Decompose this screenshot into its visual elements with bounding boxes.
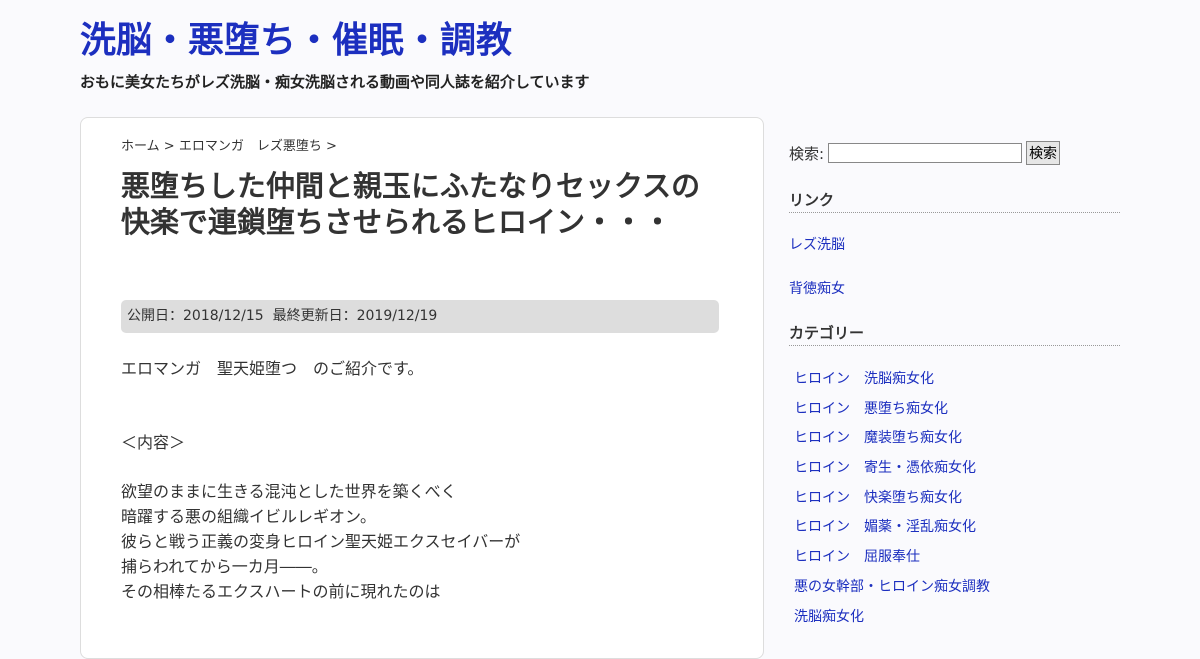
search-input[interactable] xyxy=(828,143,1023,163)
sidebar: 検索: 検索 リンク レズ洗脳 背徳痴女 カテゴリー ヒロイン 洗脳痴女化 ヒロ… xyxy=(789,140,1120,636)
category-item[interactable]: 洗脳痴女化 xyxy=(789,607,1120,637)
category-item[interactable]: ヒロイン 屈服奉仕 xyxy=(789,547,1120,577)
search-label: 検索: xyxy=(789,144,825,163)
category-item[interactable]: ヒロイン 寄生・憑依痴女化 xyxy=(789,458,1120,488)
body-line: 彼らと戦う正義の変身ヒロイン聖天姫エクスセイバーが xyxy=(121,532,521,551)
breadcrumb-home[interactable]: ホーム xyxy=(121,139,160,154)
links-widget-title: リンク xyxy=(789,190,1120,213)
breadcrumb: ホーム > エロマンガ レズ悪堕ち > xyxy=(121,138,337,156)
article-card: ホーム > エロマンガ レズ悪堕ち > 悪堕ちした仲間と親玉にふたなりセックスの… xyxy=(80,117,764,659)
category-item[interactable]: ヒロイン 悪堕ち痴女化 xyxy=(789,399,1120,429)
post-title: 悪堕ちした仲間と親玉にふたなりセックスの快楽で連鎖堕ちさせられるヒロイン・・・ xyxy=(121,169,701,239)
published-date: 2018/12/15 xyxy=(183,308,264,324)
post-content: エロマンガ 聖天姫堕つ のご紹介です。 ＜内容＞ 欲望のままに生きる混沌とした世… xyxy=(121,356,721,604)
body-line: 捕らわれてから一カ月――。 xyxy=(121,557,328,576)
search-form: 検索: 検索 xyxy=(789,140,1120,166)
breadcrumb-category[interactable]: エロマンガ レズ悪堕ち xyxy=(179,139,322,154)
categories-widget-title: カテゴリー xyxy=(789,323,1120,346)
search-button[interactable]: 検索 xyxy=(1026,141,1061,165)
body-line: 暗躍する悪の組織イビルレギオン。 xyxy=(121,507,377,526)
category-item[interactable]: 悪の女幹部・ヒロイン痴女調教 xyxy=(789,577,1120,607)
site-description: おもに美女たちがレズ洗脳・痴女洗脳される動画や同人誌を紹介しています xyxy=(80,73,590,91)
section-heading: ＜内容＞ xyxy=(121,433,186,452)
link-lez-sennou[interactable]: レズ洗脳 xyxy=(789,235,1120,255)
updated-label: 最終更新日： xyxy=(272,308,357,324)
link-haitoku-chijo[interactable]: 背徳痴女 xyxy=(789,279,1120,299)
category-item[interactable]: ヒロイン 洗脳痴女化 xyxy=(789,369,1120,399)
category-item[interactable]: ヒロイン 快楽堕ち痴女化 xyxy=(789,488,1120,518)
category-item[interactable]: ヒロイン 媚薬・淫乱痴女化 xyxy=(789,517,1120,547)
breadcrumb-separator-trailing: > xyxy=(325,139,337,154)
body-line: 欲望のままに生きる混沌とした世界を築くべく xyxy=(121,482,457,501)
post-date-bar: 公開日：2018/12/15 最終更新日：2019/12/19 xyxy=(121,300,719,333)
body-line: その相棒たるエクスハートの前に現れたのは xyxy=(121,582,441,601)
post-intro: エロマンガ 聖天姫堕つ のご紹介です。 xyxy=(121,359,424,378)
breadcrumb-separator: > xyxy=(163,139,175,154)
updated-date: 2019/12/19 xyxy=(356,308,438,324)
published-label: 公開日： xyxy=(127,308,183,324)
category-item[interactable]: ヒロイン 魔装堕ち痴女化 xyxy=(789,428,1120,458)
site-title[interactable]: 洗脳・悪堕ち・催眠・調教 xyxy=(80,18,512,64)
